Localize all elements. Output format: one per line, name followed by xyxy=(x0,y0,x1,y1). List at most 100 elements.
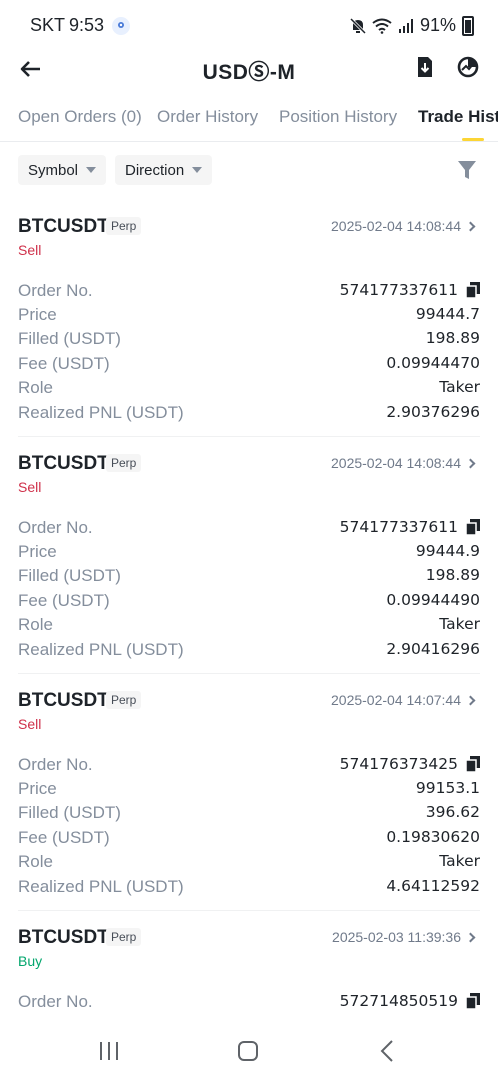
clock: 9:53 xyxy=(69,15,105,35)
signal-icon xyxy=(398,18,413,33)
price-row: Price 99444.7 xyxy=(18,305,480,329)
copy-icon[interactable] xyxy=(466,993,480,1009)
role-row: Role Taker xyxy=(18,852,480,876)
copy-icon[interactable] xyxy=(466,519,480,535)
tab-position-history[interactable]: Position History xyxy=(279,107,397,127)
filter-funnel-icon[interactable] xyxy=(456,158,478,182)
carrier-label: SKT xyxy=(30,15,66,35)
price-row: Price 99153.1 xyxy=(18,779,480,803)
trade-item[interactable]: BTCUSDT Perp 2025-02-04 14:08:44 Sell Or… xyxy=(0,216,498,436)
order-no-value: 572714850519 xyxy=(339,992,458,1010)
filled-value: 396.62 xyxy=(425,803,480,821)
price-value: 99444.9 xyxy=(415,542,480,560)
trade-symbol: BTCUSDT xyxy=(18,927,109,948)
filled-label: Filled (USDT) xyxy=(18,329,121,348)
notification-app-icon xyxy=(112,16,131,35)
fee-label: Fee (USDT) xyxy=(18,354,110,373)
tab-order-history[interactable]: Order History xyxy=(157,107,258,127)
back-nav-icon[interactable] xyxy=(373,1038,403,1064)
home-icon[interactable] xyxy=(233,1038,263,1064)
role-row: Role Taker xyxy=(18,615,480,639)
filled-label: Filled (USDT) xyxy=(18,803,121,822)
pnl-row: Realized PNL (USDT) 2.90376296 xyxy=(18,403,480,427)
trade-side: Sell xyxy=(18,716,42,732)
pnl-row: Realized PNL (USDT) 2.90416296 xyxy=(18,640,480,664)
trade-time-text: 2025-02-04 14:07:44 xyxy=(331,692,461,708)
price-label: Price xyxy=(18,779,57,798)
trade-time[interactable]: 2025-02-04 14:07:44 xyxy=(331,692,476,708)
order-no-value: 574177337611 xyxy=(339,518,458,536)
fee-value: 0.09944470 xyxy=(386,354,480,372)
caret-down-icon xyxy=(192,167,203,173)
chevron-right-icon xyxy=(465,458,476,468)
pnl-value: 2.90376296 xyxy=(386,403,480,421)
trade-symbol: BTCUSDT xyxy=(18,453,109,474)
perp-badge: Perp xyxy=(106,928,142,946)
fee-value: 0.09944490 xyxy=(386,591,480,609)
chevron-right-icon xyxy=(465,695,476,705)
direction-filter-dropdown[interactable]: Direction xyxy=(115,155,213,185)
order-no-label: Order No. xyxy=(18,518,93,537)
copy-icon[interactable] xyxy=(466,756,480,772)
system-navigation-bar xyxy=(0,1022,498,1080)
mute-icon xyxy=(349,17,366,34)
header: USDⓈ-M xyxy=(0,50,498,90)
status-right: 91% xyxy=(349,15,474,36)
recent-apps-icon[interactable] xyxy=(94,1038,124,1064)
order-no-label: Order No. xyxy=(18,992,93,1011)
order-no-row: Order No. 572714850519 xyxy=(18,992,480,1016)
order-no-value: 574176373425 xyxy=(339,755,458,773)
symbol-filter-label: Symbol xyxy=(28,161,79,179)
trade-time[interactable]: 2025-02-04 14:08:44 xyxy=(331,218,476,234)
trade-time[interactable]: 2025-02-04 14:08:44 xyxy=(331,455,476,471)
divider xyxy=(18,436,480,437)
order-no-label: Order No. xyxy=(18,755,93,774)
filled-value: 198.89 xyxy=(425,329,480,347)
order-no-value: 574177337611 xyxy=(339,281,458,299)
price-label: Price xyxy=(18,305,57,324)
chevron-right-icon xyxy=(465,221,476,231)
order-no-row: Order No. 574177337611 xyxy=(18,518,480,542)
fee-label: Fee (USDT) xyxy=(18,591,110,610)
role-value: Taker xyxy=(439,378,480,396)
pnl-analysis-icon[interactable] xyxy=(455,54,481,80)
battery-percent: 91% xyxy=(419,15,456,35)
price-value: 99153.1 xyxy=(415,779,480,797)
export-document-icon[interactable] xyxy=(412,54,438,80)
pnl-label: Realized PNL (USDT) xyxy=(18,403,184,422)
copy-icon[interactable] xyxy=(466,282,480,298)
trade-time[interactable]: 2025-02-03 11:39:36 xyxy=(332,929,476,945)
pnl-value: 4.64112592 xyxy=(386,877,480,895)
fee-value: 0.19830620 xyxy=(386,828,480,846)
active-tab-indicator xyxy=(462,138,484,141)
trade-item[interactable]: BTCUSDT Perp 2025-02-03 11:39:36 Buy Ord… xyxy=(0,927,498,1022)
role-label: Role xyxy=(18,852,53,871)
trade-item[interactable]: BTCUSDT Perp 2025-02-04 14:07:44 Sell Or… xyxy=(0,690,498,910)
fee-row: Fee (USDT) 0.19830620 xyxy=(18,828,480,852)
status-bar: SKT 9:53 91% xyxy=(0,0,498,50)
role-label: Role xyxy=(18,378,53,397)
pnl-value: 2.90416296 xyxy=(386,640,480,658)
trade-time-text: 2025-02-04 14:08:44 xyxy=(331,218,461,234)
battery-icon xyxy=(462,15,474,36)
role-value: Taker xyxy=(439,615,480,633)
chevron-right-icon xyxy=(465,932,476,942)
trade-side: Sell xyxy=(18,242,42,258)
direction-filter-label: Direction xyxy=(125,161,185,179)
trade-item[interactable]: BTCUSDT Perp 2025-02-04 14:08:44 Sell Or… xyxy=(0,453,498,673)
order-no-row: Order No. 574176373425 xyxy=(18,755,480,779)
wifi-icon xyxy=(372,18,392,34)
symbol-filter-dropdown[interactable]: Symbol xyxy=(18,155,107,185)
fee-row: Fee (USDT) 0.09944490 xyxy=(18,591,480,615)
trade-side: Sell xyxy=(18,479,42,495)
filled-row: Filled (USDT) 396.62 xyxy=(18,803,480,827)
pnl-label: Realized PNL (USDT) xyxy=(18,877,184,896)
tab-open-orders[interactable]: Open Orders (0) xyxy=(18,107,142,127)
price-label: Price xyxy=(18,542,57,561)
role-value: Taker xyxy=(439,852,480,870)
pnl-row: Realized PNL (USDT) 4.64112592 xyxy=(18,877,480,901)
perp-badge: Perp xyxy=(106,454,142,472)
tab-trade-history[interactable]: Trade History xyxy=(418,107,498,127)
caret-down-icon xyxy=(86,167,97,173)
role-row: Role Taker xyxy=(18,378,480,402)
